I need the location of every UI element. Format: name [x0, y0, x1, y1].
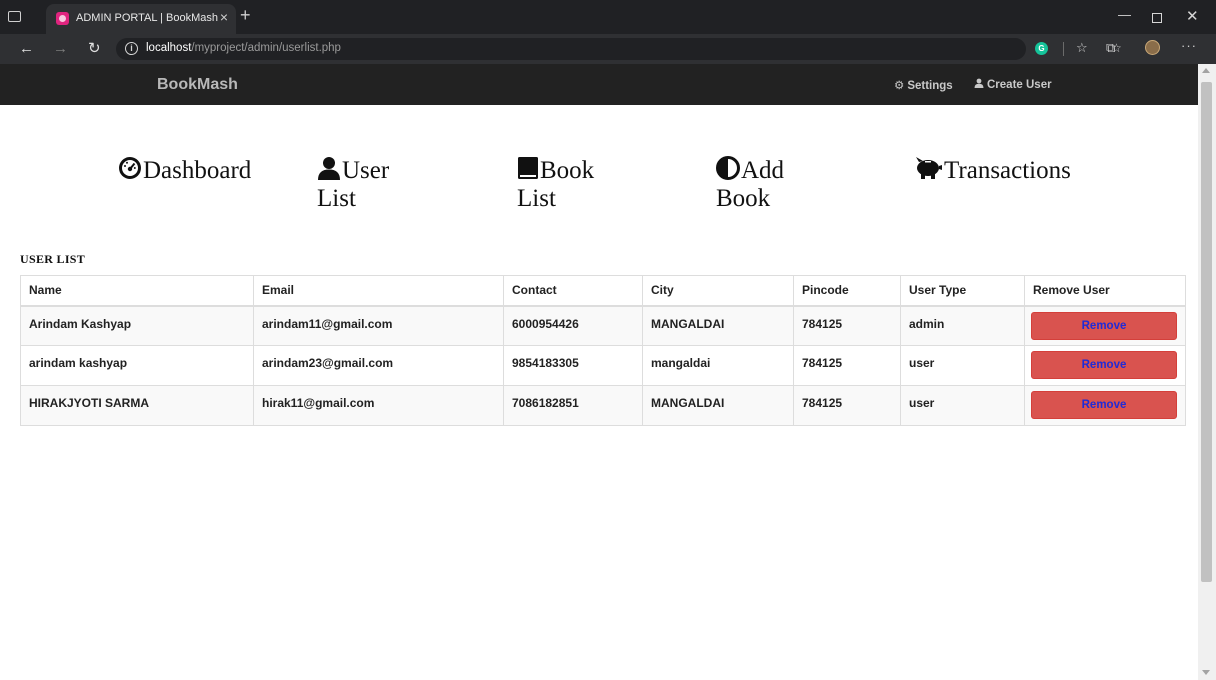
browser-titlebar: ADMIN PORTAL | BookMash × + — ✕ [0, 0, 1216, 34]
minimize-icon[interactable]: — [1118, 7, 1131, 22]
cell-contact: 6000954426 [503, 305, 643, 346]
cell-pincode: 784125 [793, 305, 901, 346]
menu-transactions-label: Transactions [944, 157, 1071, 184]
page-scrollbar[interactable] [1198, 64, 1216, 680]
back-icon[interactable]: ← [19, 40, 34, 57]
user-icon [974, 78, 984, 88]
menu-add-book[interactable]: Add Book [716, 156, 826, 213]
forward-icon[interactable]: → [53, 40, 68, 57]
column-header-user-type: User Type [900, 275, 1025, 307]
url-host: localhost [146, 42, 192, 54]
url-text: localhost/myproject/admin/userlist.php [146, 42, 341, 54]
window-close-icon[interactable]: ✕ [1186, 7, 1199, 25]
browser-tab[interactable]: ADMIN PORTAL | BookMash × [46, 4, 236, 34]
cell-email: arindam23@gmail.com [253, 345, 504, 386]
cell-name: HIRAKJYOTI SARMA [20, 385, 254, 426]
cell-contact: 9854183305 [503, 345, 643, 386]
adjust-icon [716, 156, 740, 180]
column-header-remove-user: Remove User [1024, 275, 1186, 307]
menu-dashboard-label: Dashboard [143, 157, 252, 184]
scroll-thumb[interactable] [1201, 82, 1212, 582]
reload-icon[interactable]: ↻ [88, 39, 101, 57]
tab-close-icon[interactable]: × [220, 9, 228, 25]
scroll-down-icon[interactable] [1202, 670, 1210, 675]
cell-user-type: admin [900, 305, 1025, 346]
table-row: HIRAKJYOTI SARMA hirak11@gmail.com 70861… [20, 385, 1186, 426]
more-menu-icon[interactable]: ··· [1181, 38, 1197, 53]
menu-transactions[interactable]: Transactions [913, 156, 1071, 185]
user-table: Name Email Contact City Pincode User Typ… [20, 275, 1186, 426]
cell-remove: Remove [1024, 345, 1186, 386]
column-header-name: Name [20, 275, 254, 307]
browser-toolbar: ← → ↻ i localhost/myproject/admin/userli… [0, 34, 1216, 64]
settings-label: Settings [907, 80, 953, 92]
cell-email: arindam11@gmail.com [253, 305, 504, 346]
cell-city: mangaldai [642, 345, 794, 386]
table-row: Arindam Kashyap arindam11@gmail.com 6000… [20, 305, 1186, 346]
url-path: /myproject/admin/userlist.php [191, 42, 341, 54]
menu-dashboard[interactable]: Dashboard [118, 156, 251, 185]
cell-remove: Remove [1024, 305, 1186, 346]
create-user-link[interactable]: Create User [974, 78, 1052, 91]
create-user-label: Create User [987, 79, 1052, 91]
cell-email: hirak11@gmail.com [253, 385, 504, 426]
cell-user-type: user [900, 385, 1025, 426]
new-tab-icon[interactable]: + [240, 5, 251, 26]
site-navbar: BookMash ⚙ Settings Create User [0, 64, 1198, 105]
maximize-icon[interactable] [1152, 13, 1162, 23]
address-bar[interactable]: i localhost/myproject/admin/userlist.php… [116, 38, 1122, 60]
cell-name: Arindam Kashyap [20, 305, 254, 346]
column-header-city: City [642, 275, 794, 307]
remove-user-button[interactable]: Remove [1031, 351, 1177, 379]
remove-user-button[interactable]: Remove [1031, 311, 1177, 340]
table-row: arindam kashyap arindam23@gmail.com 9854… [20, 345, 1186, 386]
remove-user-button[interactable]: Remove [1031, 391, 1177, 419]
scroll-up-icon[interactable] [1202, 68, 1210, 73]
tab-title: ADMIN PORTAL | BookMash [76, 12, 219, 24]
cell-user-type: user [900, 345, 1025, 386]
cell-city: MANGALDAI [642, 385, 794, 426]
profile-avatar-icon[interactable] [1145, 40, 1160, 55]
cell-pincode: 784125 [793, 385, 901, 426]
cell-pincode: 784125 [793, 345, 901, 386]
site-info-icon[interactable]: i [125, 42, 138, 55]
tab-actions-icon[interactable] [8, 11, 21, 22]
dashboard-icon [119, 157, 141, 179]
favorites-icon[interactable]: ☆ [1076, 40, 1088, 56]
gear-icon: ⚙ [894, 80, 905, 92]
menu-book-list[interactable]: Book List [517, 156, 627, 213]
column-header-pincode: Pincode [793, 275, 901, 307]
table-header-row: Name Email Contact City Pincode User Typ… [20, 275, 1186, 307]
menu-user-list[interactable]: User List [317, 156, 427, 213]
grammarly-extension-icon[interactable]: G [1035, 42, 1048, 55]
cell-name: arindam kashyap [20, 345, 254, 386]
settings-link[interactable]: ⚙ Settings [894, 78, 953, 92]
cell-contact: 7086182851 [503, 385, 643, 426]
toolbar-divider [1063, 42, 1064, 56]
section-title: USER LIST [20, 252, 86, 266]
piggy-bank-icon [916, 157, 942, 179]
column-header-contact: Contact [503, 275, 643, 307]
favicon-icon [56, 12, 69, 25]
collections-icon[interactable]: ⧉ [1106, 40, 1115, 56]
cell-remove: Remove [1024, 385, 1186, 426]
cell-city: MANGALDAI [642, 305, 794, 346]
user-icon [318, 157, 340, 180]
column-header-email: Email [253, 275, 504, 307]
brand-logo[interactable]: BookMash [157, 76, 238, 94]
book-icon [518, 157, 538, 179]
